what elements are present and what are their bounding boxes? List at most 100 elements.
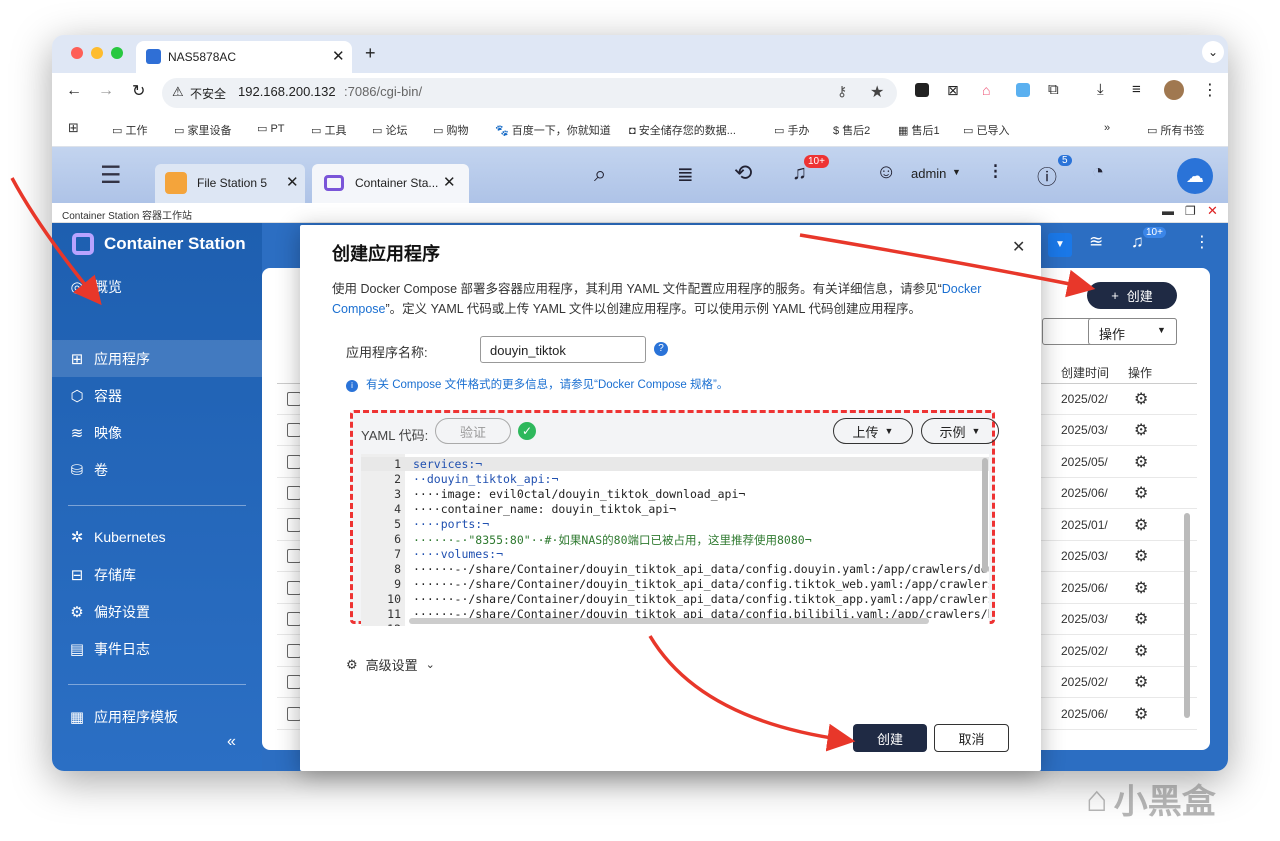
bookmark-item[interactable]: ◘ 安全储存您的数据... [629, 122, 736, 138]
docker-compose-link[interactable]: Compose [332, 302, 386, 316]
sidebar-item-volumes[interactable]: ⛁ 卷 [68, 460, 108, 480]
upload-button[interactable]: 上传 ▼ [833, 418, 913, 444]
avatar[interactable] [1164, 80, 1184, 100]
extension-4-icon[interactable] [1016, 83, 1030, 97]
background-tasks-icon[interactable]: ≣ [677, 162, 694, 187]
search-icon[interactable]: ⌕ [594, 161, 606, 187]
validate-button[interactable]: 验证 [435, 418, 511, 444]
dropdown-chevron-icon[interactable]: ▼ [1048, 233, 1072, 257]
sidebar-item-overview[interactable]: ◎ 概览 [68, 277, 122, 297]
scrollbar[interactable] [1184, 513, 1190, 718]
bookmark-item[interactable]: ▭ 已导入 [963, 122, 1009, 138]
more-bookmarks-icon[interactable]: » [1104, 122, 1110, 134]
row-checkbox[interactable] [287, 644, 301, 658]
url-bar[interactable]: ⚠ 不安全 192.168.200.132 :7086/cgi-bin/ ⚷ ★ [162, 78, 897, 108]
bookmark-item[interactable]: ▭ 家里设备 [174, 122, 231, 138]
forward-icon[interactable]: → [98, 82, 114, 100]
puzzle-icon[interactable]: ⧉ [1048, 81, 1059, 98]
bookmark-item[interactable]: ▭ PT [257, 122, 285, 135]
restore-icon[interactable]: ❐ [1185, 204, 1196, 218]
sidebar-item-kubernetes[interactable]: ✲ Kubernetes [68, 528, 166, 546]
bookmark-item[interactable]: ▭ 所有书签 [1147, 122, 1204, 138]
myqnapcloud-icon[interactable]: ☁ [1177, 158, 1213, 194]
bookmark-item[interactable]: ▭ 手办 [774, 122, 809, 138]
bookmark-item[interactable]: ▭ 论坛 [372, 122, 407, 138]
chevron-down-icon[interactable]: ▼ [952, 167, 961, 177]
reading-list-icon[interactable]: ≡ [1132, 81, 1141, 98]
docker-compose-link[interactable]: Docker [942, 282, 982, 296]
bookmark-item[interactable]: 🐾 百度一下，你就知道 [495, 122, 611, 138]
hamburger-menu-icon[interactable]: ☰ [100, 161, 122, 190]
tab-file-station[interactable]: File Station 5 ✕ [155, 164, 305, 203]
gear-icon[interactable]: ⚙ [1134, 389, 1148, 409]
key-icon[interactable]: ⚷ [837, 83, 847, 100]
menu-icon[interactable]: ⋮ [1202, 80, 1218, 100]
row-checkbox[interactable] [287, 518, 301, 532]
gear-icon[interactable]: ⚙ [1134, 546, 1148, 566]
gear-icon[interactable]: ⚙ [1134, 515, 1148, 535]
sidebar-item-images[interactable]: ≋ 映像 [68, 423, 122, 443]
gear-icon[interactable]: ⚙ [1134, 704, 1148, 724]
row-checkbox[interactable] [287, 486, 301, 500]
bookmark-item[interactable]: ▭ 购物 [433, 122, 468, 138]
sidebar-item-registry[interactable]: ⊟ 存储库 [68, 565, 136, 585]
sidebar-item-applications[interactable]: ⊞ 应用程序 [68, 349, 150, 369]
new-tab-icon[interactable]: + [365, 43, 376, 64]
example-button[interactable]: 示例 ▼ [921, 418, 999, 444]
row-checkbox[interactable] [287, 549, 301, 563]
gear-icon[interactable]: ⚙ [1134, 420, 1148, 440]
bookmark-item[interactable]: ▦ 售后1 [898, 122, 940, 138]
sidebar-item-app-templates[interactable]: ▦ 应用程序模板 [68, 707, 178, 727]
gear-icon[interactable]: ⚙ [1134, 672, 1148, 692]
advanced-settings-toggle[interactable]: ⚙ 高级设置 ⌄ [346, 655, 435, 674]
dashboard-gauge-icon[interactable]: ◔ [1092, 161, 1104, 184]
browser-tab[interactable]: NAS5878AC ✕ [136, 41, 352, 73]
compose-spec-link[interactable]: Docker Compose 规格 [598, 379, 713, 391]
row-checkbox[interactable] [287, 612, 301, 626]
gear-icon[interactable]: ⚙ [1134, 483, 1148, 503]
close-icon[interactable]: ✕ [1207, 203, 1218, 219]
sync-icon[interactable]: ⟲ [734, 160, 752, 186]
extension-2-icon[interactable]: ⊠ [947, 82, 959, 99]
action-select[interactable]: 操作 ▼ [1088, 318, 1177, 345]
sidebar-item-containers[interactable]: ⬡ 容器 [68, 386, 122, 406]
bookmark-item[interactable]: $ 售后2 [833, 122, 870, 138]
column-header-action[interactable]: 操作 [1128, 364, 1152, 381]
stack-icon[interactable]: ≊ [1089, 232, 1103, 252]
row-checkbox[interactable] [287, 581, 301, 595]
close-icon[interactable]: ✕ [443, 173, 456, 191]
gear-icon[interactable]: ⚙ [1134, 452, 1148, 472]
username-label[interactable]: admin [911, 166, 946, 181]
more-options-icon[interactable]: ⋮ [1194, 232, 1210, 252]
create-app-button[interactable]: + 创建 [1087, 282, 1177, 309]
close-window-button[interactable] [71, 47, 83, 59]
collapse-sidebar-icon[interactable]: « [227, 733, 236, 751]
app-name-input[interactable]: douyin_tiktok [480, 336, 646, 363]
extension-3-icon[interactable]: ⌂ [982, 82, 990, 98]
help-icon[interactable]: ? [654, 342, 668, 356]
extension-icon[interactable] [915, 83, 929, 97]
bookmark-item[interactable]: ▭ 工作 [112, 122, 147, 138]
bookmark-item[interactable]: ▭ 工具 [311, 122, 346, 138]
info-icon[interactable]: ⓘ [1037, 161, 1057, 190]
cancel-button[interactable]: 取消 [934, 724, 1009, 752]
minimize-window-button[interactable] [91, 47, 103, 59]
row-checkbox[interactable] [287, 707, 301, 721]
gear-icon[interactable]: ⚙ [1134, 641, 1148, 661]
row-checkbox[interactable] [287, 675, 301, 689]
row-checkbox[interactable] [287, 455, 301, 469]
maximize-window-button[interactable] [111, 47, 123, 59]
reload-icon[interactable]: ↻ [132, 81, 145, 101]
tab-search-icon[interactable]: ⌄ [1202, 41, 1224, 63]
vertical-scrollbar[interactable] [982, 458, 988, 573]
gear-icon[interactable]: ⚙ [1134, 609, 1148, 629]
close-icon[interactable]: ✕ [1012, 237, 1025, 257]
row-checkbox[interactable] [287, 423, 301, 437]
row-checkbox[interactable] [287, 392, 301, 406]
more-options-icon[interactable]: ⁝ [992, 159, 999, 185]
user-icon[interactable]: ☺ [876, 161, 896, 184]
sidebar-item-preferences[interactable]: ⚙ 偏好设置 [68, 602, 150, 622]
sidebar-item-event-log[interactable]: ▤ 事件日志 [68, 639, 150, 659]
create-button[interactable]: 创建 [853, 724, 927, 752]
horizontal-scrollbar[interactable] [409, 618, 929, 624]
